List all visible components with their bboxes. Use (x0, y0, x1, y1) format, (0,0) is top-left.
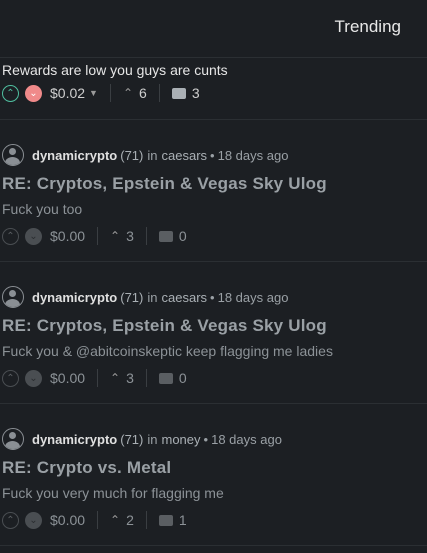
category-link[interactable]: money (162, 432, 201, 447)
comment-item: dynamicrypto (71) in caesars • 18 days a… (0, 262, 427, 404)
dot-separator: • (210, 147, 215, 163)
upvote-icon[interactable]: ⌃ (2, 369, 19, 387)
payout-value[interactable]: $0.02 (50, 85, 85, 101)
avatar-icon[interactable] (2, 286, 24, 308)
divider (97, 369, 99, 387)
in-label: in (147, 289, 158, 305)
divider (97, 511, 99, 529)
author-link[interactable]: dynamicrypto (32, 148, 117, 163)
vote-count-icon: ⌃ (110, 513, 121, 527)
reply-icon[interactable] (158, 230, 173, 242)
divider (97, 227, 99, 245)
comment-body: Fuck you very much for flagging me (2, 485, 224, 501)
payout-value[interactable]: $0.00 (50, 512, 85, 528)
divider (145, 511, 147, 529)
author-link[interactable]: dynamicrypto (32, 290, 117, 305)
reputation: (71) (120, 289, 144, 305)
category-link[interactable]: caesars (162, 290, 208, 305)
comment-title[interactable]: RE: Crypto vs. Metal (2, 458, 427, 478)
downvote-icon[interactable]: ⌄ (25, 84, 42, 102)
upvote-icon[interactable]: ⌃ (2, 511, 19, 529)
downvote-icon[interactable]: ⌄ (25, 369, 42, 387)
comment-title[interactable]: RE: Cryptos, Epstein & Vegas Sky Ulog (2, 174, 427, 194)
vote-count-icon: ⌃ (122, 86, 134, 100)
upvote-icon[interactable]: ⌃ (2, 227, 19, 245)
downvote-icon[interactable]: ⌄ (25, 227, 42, 245)
reply-count[interactable]: 0 (179, 228, 187, 244)
comment-body: Fuck you too (2, 201, 83, 217)
vote-count-icon: ⌃ (110, 371, 121, 385)
author-link[interactable]: dynamicrypto (32, 432, 117, 447)
dot-separator: • (210, 289, 215, 305)
timestamp[interactable]: 18 days ago (211, 432, 282, 447)
vote-count[interactable]: 2 (126, 512, 134, 528)
page-header: Trending (0, 0, 427, 58)
reply-icon[interactable] (158, 372, 173, 384)
avatar-icon[interactable] (2, 144, 24, 166)
comment-meta: dynamicrypto (71) in caesars • 18 days a… (2, 262, 427, 308)
comment-body: Fuck you & @abitcoinskeptic keep flaggin… (2, 343, 333, 359)
comment-title[interactable]: RE: Cryptos, Epstein & Vegas Sky Ulog (2, 316, 427, 336)
comment-vote-row: ⌃ ⌄ $0.00 ⌃ 3 0 (2, 365, 427, 391)
comment-meta: dynamicrypto (71) in money • 18 days ago (2, 404, 427, 450)
upvote-icon[interactable]: ⌃ (2, 84, 19, 102)
category-link[interactable]: caesars (162, 148, 208, 163)
in-label: in (147, 147, 158, 163)
reply-icon[interactable] (171, 87, 186, 99)
chevron-down-icon[interactable]: ▼ (89, 88, 98, 98)
comment-meta: dynamicrypto (71) in caesars • 18 days a… (2, 120, 427, 166)
downvote-icon[interactable]: ⌄ (25, 511, 42, 529)
timestamp[interactable]: 18 days ago (218, 148, 289, 163)
post-body: Rewards are low you guys are cunts (2, 62, 228, 78)
vote-count[interactable]: 6 (139, 85, 147, 101)
trending-link[interactable]: Trending (335, 17, 401, 37)
timestamp[interactable]: 18 days ago (218, 290, 289, 305)
avatar-icon[interactable] (2, 428, 24, 450)
parent-post: Rewards are low you guys are cunts ⌃ ⌄ $… (0, 58, 427, 120)
divider (145, 369, 147, 387)
reply-count[interactable]: 0 (179, 370, 187, 386)
vote-count-icon: ⌃ (110, 229, 121, 243)
payout-value[interactable]: $0.00 (50, 370, 85, 386)
divider (109, 84, 111, 102)
vote-count[interactable]: 3 (126, 370, 134, 386)
comment-vote-row: ⌃ ⌄ $0.00 ⌃ 2 1 (2, 507, 427, 533)
post-vote-row: ⌃ ⌄ $0.02 ▼ ⌃ 6 3 (2, 80, 425, 106)
comment-item: dynamicrypto (71) in money • 18 days ago… (0, 404, 427, 546)
vote-count[interactable]: 3 (126, 228, 134, 244)
dot-separator: • (203, 431, 209, 447)
divider (158, 84, 160, 102)
comment-vote-row: ⌃ ⌄ $0.00 ⌃ 3 0 (2, 223, 427, 249)
reply-icon[interactable] (158, 514, 173, 526)
reply-count[interactable]: 3 (192, 85, 200, 101)
reputation: (71) (120, 147, 144, 163)
in-label: in (147, 431, 158, 447)
reply-count[interactable]: 1 (179, 512, 187, 528)
comment-item: dynamicrypto (71) in caesars • 18 days a… (0, 120, 427, 262)
payout-value[interactable]: $0.00 (50, 228, 85, 244)
reputation: (71) (120, 431, 144, 447)
divider (145, 227, 147, 245)
